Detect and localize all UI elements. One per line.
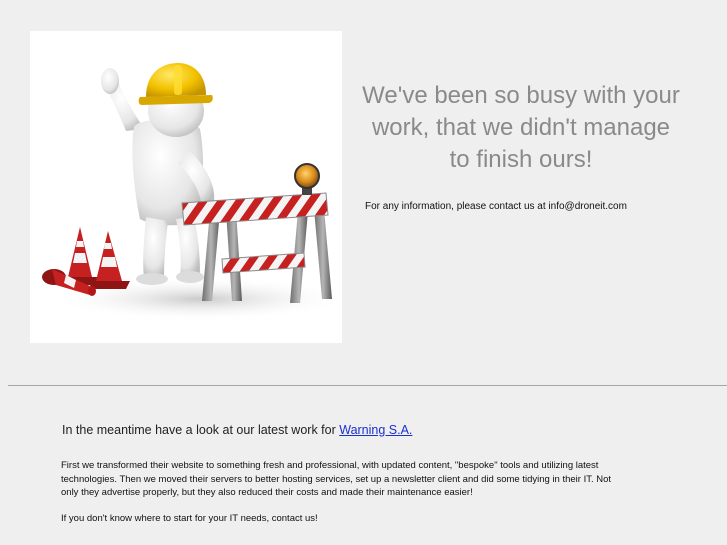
under-construction-illustration [30, 31, 342, 343]
contact-info-text: For any information, please contact us a… [365, 201, 627, 212]
page-headline: We've been so busy with your work, that … [362, 82, 680, 173]
client-link-warning[interactable]: Warning S.A. [339, 423, 412, 437]
latest-work-intro-text: In the meantime have a look at our lates… [62, 423, 340, 437]
latest-work-intro: In the meantime have a look at our lates… [62, 423, 412, 437]
hard-hat-icon [138, 63, 213, 105]
project-description: First we transformed their website to so… [61, 460, 612, 498]
under-construction-worker-icon [42, 63, 342, 321]
section-divider [8, 385, 727, 386]
warning-lamp-icon [294, 163, 320, 195]
call-to-action-text: If you don't know where to start for you… [61, 513, 318, 524]
